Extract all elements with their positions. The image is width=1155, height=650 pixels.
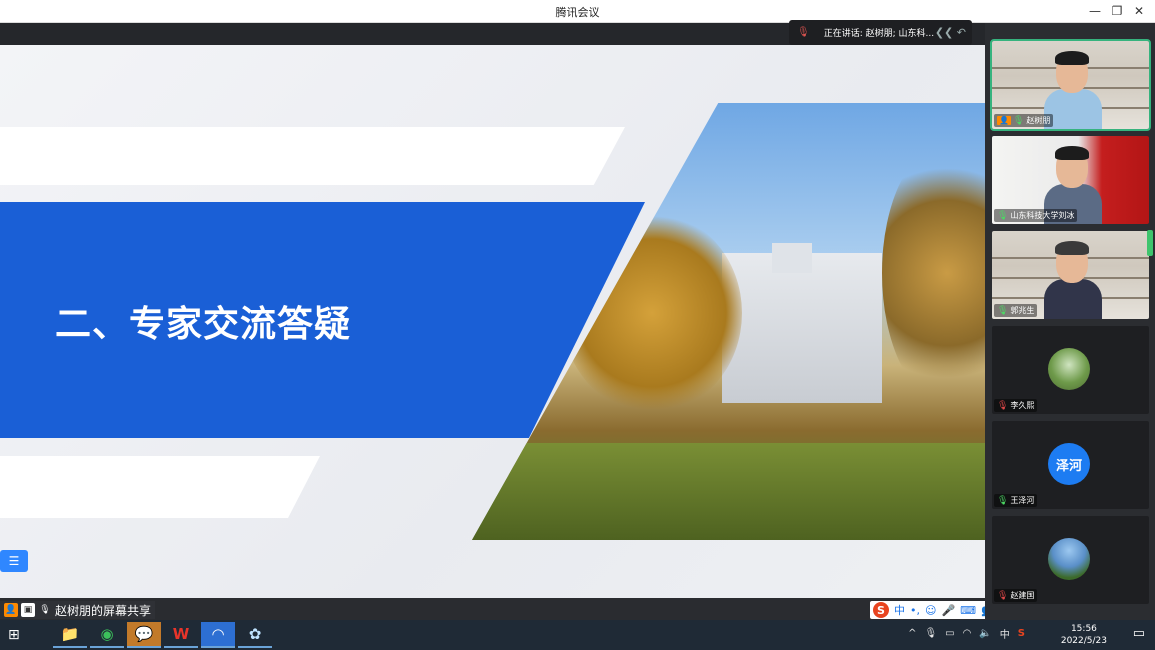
taskbar: ⊞ 📁 ◉ 💬 W ◠ ✿ ^ 🎙 ▭ ◠ 🔈 中 S 15:56 2022/5… [0, 620, 1155, 650]
close-icon[interactable]: ✕ [1129, 2, 1149, 20]
participant-name: 山东科技大学刘冰 [1010, 211, 1075, 220]
shared-screen: 二、专家交流答疑 ☰ [0, 45, 985, 598]
participant-avatar [1048, 348, 1090, 390]
host-icon: 👤 [4, 603, 18, 617]
collapse-arrow-icon[interactable]: ❮❮ ↶ [935, 26, 966, 39]
participant-avatar [1048, 538, 1090, 580]
tencent-meeting-icon[interactable]: ◠ [201, 622, 235, 648]
person [1044, 239, 1102, 319]
speaking-indicator[interactable]: 🎙 正在讲话: 赵树朋; 山东科... ❮❮ ↶ [789, 20, 972, 45]
notification-icon[interactable]: ▭ [1133, 626, 1145, 641]
participant-label: 🎙 郭兆生 [994, 304, 1038, 317]
mic-off-icon: 🎙 [797, 27, 810, 38]
participant-panel: 👤 🎙 赵树朋 🎙 山东科技大学刘冰 🎙 郭兆生 🎙 李久熙 泽河 🎙 王泽河 … [985, 23, 1155, 620]
mic-icon: 🎙 [997, 210, 1009, 221]
participant-tile[interactable]: 🎙 山东科技大学刘冰 [992, 136, 1149, 224]
windows-start-icon[interactable]: ⊞ [8, 627, 20, 643]
mic-icon: 🎙 [1012, 115, 1025, 126]
window-title-bar: 腾讯会议 — ❐ ✕ [0, 0, 1155, 23]
file-explorer-icon[interactable]: 📁 [53, 622, 87, 648]
minimize-icon[interactable]: — [1085, 2, 1105, 20]
voice-icon[interactable]: 🎤 [941, 604, 955, 617]
participant-label: 🎙 王泽河 [994, 494, 1038, 507]
sogou-tray-icon[interactable]: S [1018, 628, 1025, 639]
language-indicator[interactable]: 中 [1000, 626, 1010, 641]
share-label[interactable]: 👤 ▣ 🎙 赵树朋的屏幕共享 [0, 601, 156, 619]
host-icon: 👤 [997, 116, 1011, 125]
clock-date: 2022/5/23 [1060, 636, 1107, 646]
restore-icon[interactable]: ❐ [1107, 2, 1127, 20]
punctuation-icon[interactable]: •, [910, 604, 920, 617]
app-icon[interactable]: ✿ [238, 622, 272, 648]
slide-band-top [0, 127, 625, 185]
mic-icon: 🎙 [997, 305, 1009, 316]
window-controls: — ❐ ✕ [1085, 2, 1149, 20]
chevron-up-icon[interactable]: ^ [908, 628, 916, 639]
participant-name: 王泽河 [1010, 496, 1035, 505]
mic-off-icon: 🎙 [997, 590, 1009, 601]
browser-icon[interactable]: ◉ [90, 622, 124, 648]
wifi-icon[interactable]: ◠ [963, 628, 972, 639]
participant-tile[interactable]: 🎙 李久熙 [992, 326, 1149, 414]
battery-icon[interactable]: ▭ [945, 628, 954, 639]
emoji-icon[interactable]: ☺ [925, 604, 936, 617]
participant-label: 🎙 山东科技大学刘冰 [994, 209, 1078, 222]
participant-name: 赵建国 [1010, 591, 1035, 600]
mic-off-icon: 🎙 [997, 400, 1009, 411]
ime-mode[interactable]: 中 [894, 602, 905, 618]
mic-icon[interactable]: 🎙 [924, 628, 937, 639]
wechat-icon[interactable]: 💬 [127, 622, 161, 648]
mic-icon: 🎙 [39, 605, 51, 615]
participant-avatar: 泽河 [1048, 443, 1090, 485]
slide-band-bottom [0, 456, 320, 518]
participant-label: 🎙 赵建国 [994, 589, 1038, 602]
clock-time: 15:56 [1070, 624, 1097, 634]
screen-share-icon: ▣ [21, 603, 35, 617]
mic-icon: 🎙 [997, 495, 1009, 506]
panel-scrollbar[interactable] [1147, 230, 1153, 256]
participant-name: 郭兆生 [1010, 306, 1035, 315]
speaking-text: 正在讲话: 赵树朋; 山东科... [823, 29, 934, 39]
participant-tile[interactable]: 🎙 赵建国 [992, 516, 1149, 604]
window-title: 腾讯会议 [555, 6, 600, 19]
lawn [472, 443, 985, 540]
participant-label: 👤 🎙 赵树朋 [994, 114, 1054, 127]
participant-name: 赵树朋 [1026, 116, 1051, 125]
participant-tile[interactable]: 👤 🎙 赵树朋 [990, 39, 1151, 131]
participant-name: 李久熙 [1010, 401, 1035, 410]
participant-tile[interactable]: 泽河 🎙 王泽河 [992, 421, 1149, 509]
list-menu-icon[interactable]: ☰ [0, 550, 28, 572]
slide-title: 二、专家交流答疑 [55, 304, 352, 345]
share-label-text: 赵树朋的屏幕共享 [55, 603, 152, 618]
clock[interactable]: 15:56 2022/5/23 [1061, 623, 1107, 647]
keyboard-icon[interactable]: ⌨ [960, 604, 976, 617]
building [722, 253, 882, 403]
wps-icon[interactable]: W [164, 622, 198, 648]
sogou-icon[interactable]: S [873, 602, 889, 618]
participant-label: 🎙 李久熙 [994, 399, 1038, 412]
building-tower [772, 243, 812, 273]
system-tray: ^ 🎙 ▭ ◠ 🔈 中 S [908, 626, 1025, 641]
participant-tile[interactable]: 🎙 郭兆生 [992, 231, 1149, 319]
volume-icon[interactable]: 🔈 [979, 628, 991, 639]
tree [882, 143, 985, 403]
